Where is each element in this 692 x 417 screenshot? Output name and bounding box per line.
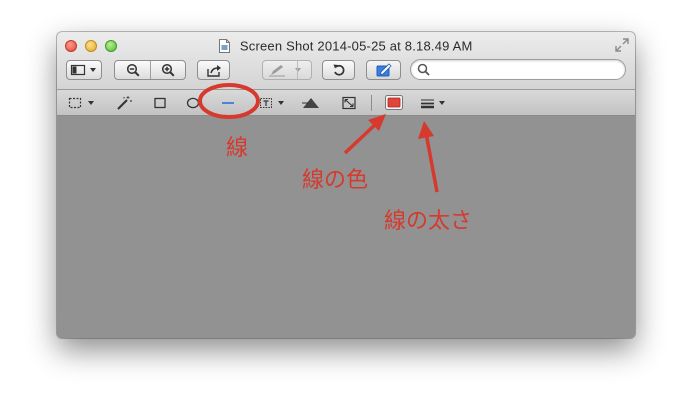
view-menu-button[interactable] xyxy=(66,60,102,80)
window-title: Screen Shot 2014-05-25 at 8.18.49 AM xyxy=(239,38,473,54)
instant-alpha-tool[interactable] xyxy=(115,93,133,112)
resize-icon xyxy=(342,96,356,109)
line-thickness-button[interactable] xyxy=(419,93,449,112)
line-color-button[interactable] xyxy=(385,93,403,112)
prism-icon xyxy=(302,97,319,108)
edit-toolbar-icon xyxy=(376,63,392,77)
search-icon xyxy=(417,63,430,76)
share-button[interactable] xyxy=(197,60,230,80)
zoom-segmented-control xyxy=(114,60,186,80)
text-tool[interactable] xyxy=(259,93,289,112)
adjust-size-tool[interactable] xyxy=(341,93,357,112)
share-icon xyxy=(206,64,221,77)
selection-tool[interactable] xyxy=(68,93,98,112)
line-annotation-label: 線 xyxy=(226,136,249,161)
zoom-in-icon xyxy=(161,63,175,77)
rectangular-selection-icon xyxy=(68,97,94,108)
rotate-icon xyxy=(333,64,344,76)
show-edit-toolbar-button[interactable] xyxy=(366,60,401,80)
rotate-button[interactable] xyxy=(322,60,355,80)
zoom-out-button[interactable] xyxy=(115,61,150,79)
adjust-color-tool[interactable] xyxy=(301,93,321,112)
line-thickness-annotation-label: 線の太さ xyxy=(384,209,473,234)
magic-wand-icon xyxy=(117,95,132,110)
search-input[interactable] xyxy=(433,62,622,79)
line-weight-icon xyxy=(421,99,445,108)
fullscreen-icon[interactable] xyxy=(615,38,629,52)
oval-icon xyxy=(186,97,200,108)
rectangle-icon xyxy=(154,97,166,108)
line-color-annotation-label: 線の色 xyxy=(302,168,369,193)
document-icon xyxy=(219,38,231,53)
zoom-out-icon xyxy=(126,63,140,77)
title-bar: Screen Shot 2014-05-25 at 8.18.49 AM xyxy=(57,32,635,90)
line-icon xyxy=(222,101,234,104)
zoom-in-button[interactable] xyxy=(150,61,185,79)
toolbar-separator xyxy=(371,95,372,111)
text-box-icon xyxy=(260,97,284,108)
line-shape-tool[interactable] xyxy=(220,93,238,112)
oval-shape-tool[interactable] xyxy=(186,93,200,112)
edit-toolbar xyxy=(57,90,635,116)
color-swatch-icon xyxy=(385,95,403,110)
segment-divider xyxy=(297,61,298,79)
pen-icon xyxy=(269,65,301,77)
annotate-button[interactable] xyxy=(262,60,312,80)
image-canvas[interactable] xyxy=(57,116,635,338)
window-title-area: Screen Shot 2014-05-25 at 8.18.49 AM xyxy=(57,37,635,55)
sidebar-view-icon xyxy=(70,64,96,76)
search-field[interactable] xyxy=(410,59,626,80)
rectangle-shape-tool[interactable] xyxy=(153,93,167,112)
